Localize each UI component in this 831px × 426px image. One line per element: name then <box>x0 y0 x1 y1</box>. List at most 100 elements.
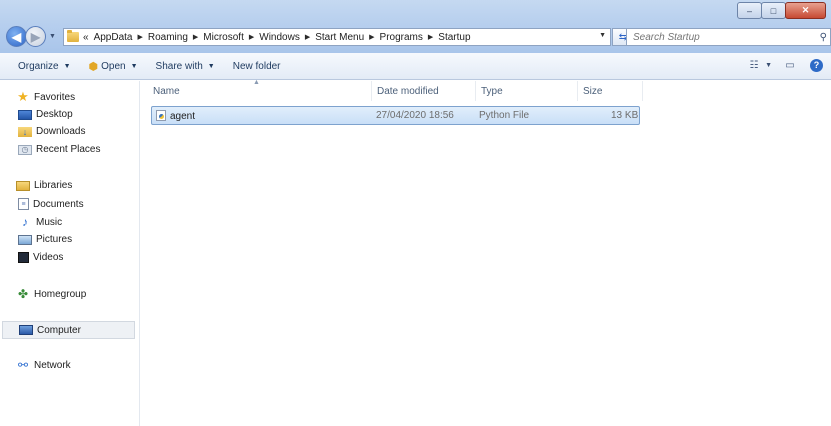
breadcrumb-start-menu[interactable]: Start Menu <box>315 32 364 43</box>
back-button[interactable]: ◀ <box>6 26 27 47</box>
chevron-right-icon[interactable]: ▶ <box>305 33 310 41</box>
nav-downloads[interactable]: ↓ Downloads <box>18 126 85 137</box>
toolbar-right: ☷ ▼ ▭ ? <box>736 58 823 72</box>
column-header-type[interactable]: Type <box>476 81 578 101</box>
column-date-label: Date modified <box>377 85 439 97</box>
help-icon[interactable]: ? <box>810 58 823 72</box>
preview-pane-icon[interactable]: ▭ <box>782 58 798 72</box>
folder-icon <box>67 30 79 42</box>
column-header-name[interactable]: Name ▲ <box>148 79 372 101</box>
chevron-right-icon[interactable]: ▶ <box>369 33 374 41</box>
new-folder-button[interactable]: New folder <box>233 61 281 72</box>
nav-network-label: Network <box>34 359 71 371</box>
share-with-label: Share with <box>155 60 203 72</box>
libraries-icon <box>16 180 30 191</box>
nav-documents-label: Documents <box>33 198 84 210</box>
nav-homegroup[interactable]: ✤ Homegroup <box>16 287 87 301</box>
recent-pages-dropdown-icon[interactable]: ▼ <box>49 33 56 40</box>
nav-pictures-label: Pictures <box>36 234 73 245</box>
column-header-size[interactable]: Size <box>578 81 643 101</box>
python-file-icon <box>156 110 166 121</box>
music-icon: ♪ <box>22 215 28 229</box>
nav-recent-places[interactable]: ◷ Recent Places <box>18 144 100 155</box>
nav-homegroup-label: Homegroup <box>34 288 87 300</box>
file-date: 27/04/2020 18:56 <box>376 110 454 121</box>
breadcrumb-microsoft[interactable]: Microsoft <box>203 32 244 43</box>
search-icon[interactable]: ⚲ <box>820 32 827 43</box>
new-folder-label: New folder <box>232 60 281 72</box>
column-name-label: Name <box>153 85 180 97</box>
nav-recent-places-label: Recent Places <box>36 144 101 155</box>
file-size: 13 KB <box>611 110 639 121</box>
navigation-pane: ★ Favorites Desktop ↓ Downloads ◷ Recent… <box>0 81 140 426</box>
chevron-right-icon[interactable]: ▶ <box>137 33 142 41</box>
nav-libraries-label: Libraries <box>34 180 73 191</box>
breadcrumb-roaming[interactable]: Roaming <box>148 32 188 43</box>
breadcrumb-windows[interactable]: Windows <box>259 32 300 43</box>
breadcrumb-startup[interactable]: Startup <box>438 32 470 43</box>
file-list: Name ▲ Date modified Type Size agent 27/… <box>141 79 831 426</box>
file-name-cell: agent <box>156 110 195 122</box>
chevron-right-icon[interactable]: ▶ <box>428 33 433 41</box>
nav-desktop[interactable]: Desktop <box>18 109 73 120</box>
chevron-down-icon: ▼ <box>63 62 71 70</box>
nav-videos[interactable]: Videos <box>18 252 63 263</box>
title-bar: ‒ □ ✕ ◀ ▶ ▼ « AppData ▶ Roaming ▶ Micros… <box>0 0 831 53</box>
nav-videos-label: Videos <box>33 252 64 263</box>
desktop-icon <box>18 109 32 120</box>
address-dropdown-icon[interactable]: ▼ <box>599 32 606 39</box>
nav-computer[interactable]: Computer <box>2 321 135 339</box>
organize-menu[interactable]: Organize ▼ <box>18 61 71 72</box>
open-label: Open <box>101 60 126 72</box>
star-icon: ★ <box>17 89 29 104</box>
nav-favorites[interactable]: ★ Favorites <box>16 89 76 104</box>
nav-music-label: Music <box>36 216 63 228</box>
downloads-icon: ↓ <box>18 126 32 137</box>
nav-music[interactable]: ♪ Music <box>18 215 63 229</box>
view-dropdown-icon[interactable]: ▼ <box>765 62 772 69</box>
breadcrumb-overflow[interactable]: « <box>83 32 89 43</box>
nav-downloads-label: Downloads <box>36 126 86 137</box>
search-input[interactable] <box>633 31 813 43</box>
sort-ascending-icon: ▲ <box>253 79 260 86</box>
file-name: agent <box>170 111 196 122</box>
view-options-icon[interactable]: ☷ <box>746 58 762 72</box>
close-button[interactable]: ✕ <box>785 2 826 19</box>
column-type-label: Type <box>481 85 503 97</box>
organize-label: Organize <box>18 60 59 72</box>
window-controls: ‒ □ ✕ <box>737 2 826 19</box>
nav-favorites-label: Favorites <box>34 91 76 103</box>
nav-pictures[interactable]: Pictures <box>18 234 72 245</box>
breadcrumb-appdata[interactable]: AppData <box>94 32 133 43</box>
search-box[interactable]: ⚲ <box>626 28 831 46</box>
breadcrumb: « AppData ▶ Roaming ▶ Microsoft ▶ Window… <box>83 32 471 43</box>
nav-libraries[interactable]: Libraries <box>16 180 72 191</box>
column-size-label: Size <box>583 85 603 97</box>
recent-places-icon: ◷ <box>18 144 32 155</box>
open-button[interactable]: ⬢ Open ▼ <box>89 60 138 73</box>
file-type: Python File <box>479 110 530 121</box>
nav-desktop-label: Desktop <box>36 109 73 120</box>
navigation-buttons: ◀ ▶ ▼ <box>6 26 56 47</box>
share-with-menu[interactable]: Share with ▼ <box>156 61 215 72</box>
documents-icon: ≡ <box>18 198 29 210</box>
videos-icon <box>18 252 29 263</box>
command-bar: Organize ▼ ⬢ Open ▼ Share with ▼ New fol… <box>0 53 831 80</box>
nav-network[interactable]: ⚯ Network <box>16 358 71 372</box>
column-header-date[interactable]: Date modified <box>372 81 476 101</box>
breadcrumb-programs[interactable]: Programs <box>380 32 423 43</box>
chevron-right-icon[interactable]: ▶ <box>249 33 254 41</box>
minimize-button[interactable]: ‒ <box>737 2 762 19</box>
file-row-agent[interactable]: agent 27/04/2020 18:56 Python File 13 KB <box>151 106 640 125</box>
nav-documents[interactable]: ≡ Documents <box>18 198 84 210</box>
forward-button[interactable]: ▶ <box>25 26 46 47</box>
address-bar[interactable]: « AppData ▶ Roaming ▶ Microsoft ▶ Window… <box>63 28 611 46</box>
chevron-right-icon[interactable]: ▶ <box>193 33 198 41</box>
nav-computer-label: Computer <box>37 324 81 336</box>
python-open-icon: ⬢ <box>88 60 99 73</box>
pictures-icon <box>18 234 32 245</box>
maximize-button[interactable]: □ <box>761 2 786 19</box>
chevron-down-icon: ▼ <box>130 62 138 70</box>
computer-icon <box>19 325 33 335</box>
homegroup-icon: ✤ <box>17 287 29 301</box>
